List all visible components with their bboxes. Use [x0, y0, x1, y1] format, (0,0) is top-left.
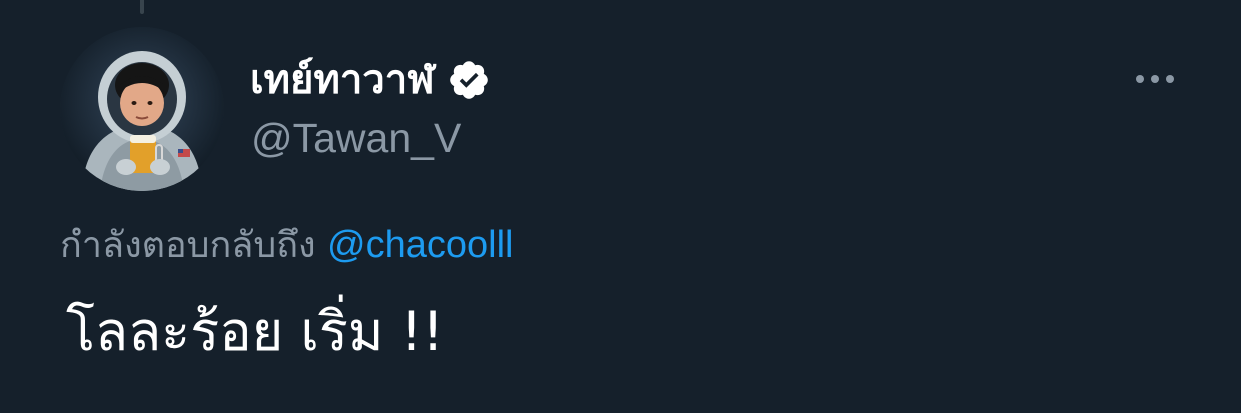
more-options-icon [1136, 75, 1144, 83]
astronaut-avatar-image [60, 27, 224, 191]
more-options-icon [1166, 75, 1174, 83]
thread-connector-line [140, 0, 144, 14]
author-name-row[interactable]: เทย์ทาวาฬ [250, 52, 491, 108]
more-options-button[interactable] [1129, 62, 1181, 96]
avatar[interactable] [60, 27, 224, 191]
author-display-name[interactable]: เทย์ทาวาฬ [250, 60, 435, 100]
author-handle[interactable]: @Tawan_V [251, 118, 461, 159]
reply-context-prefix: กำลังตอบกลับถึง [60, 225, 316, 266]
reply-mention-link[interactable]: @chacoolll [327, 224, 513, 266]
verified-badge-icon [447, 58, 491, 102]
reply-context: กำลังตอบกลับถึง @chacoolll [60, 223, 513, 269]
more-options-icon [1151, 75, 1159, 83]
tweet-text: โลละร้อย เริ่ม !! [66, 300, 444, 363]
